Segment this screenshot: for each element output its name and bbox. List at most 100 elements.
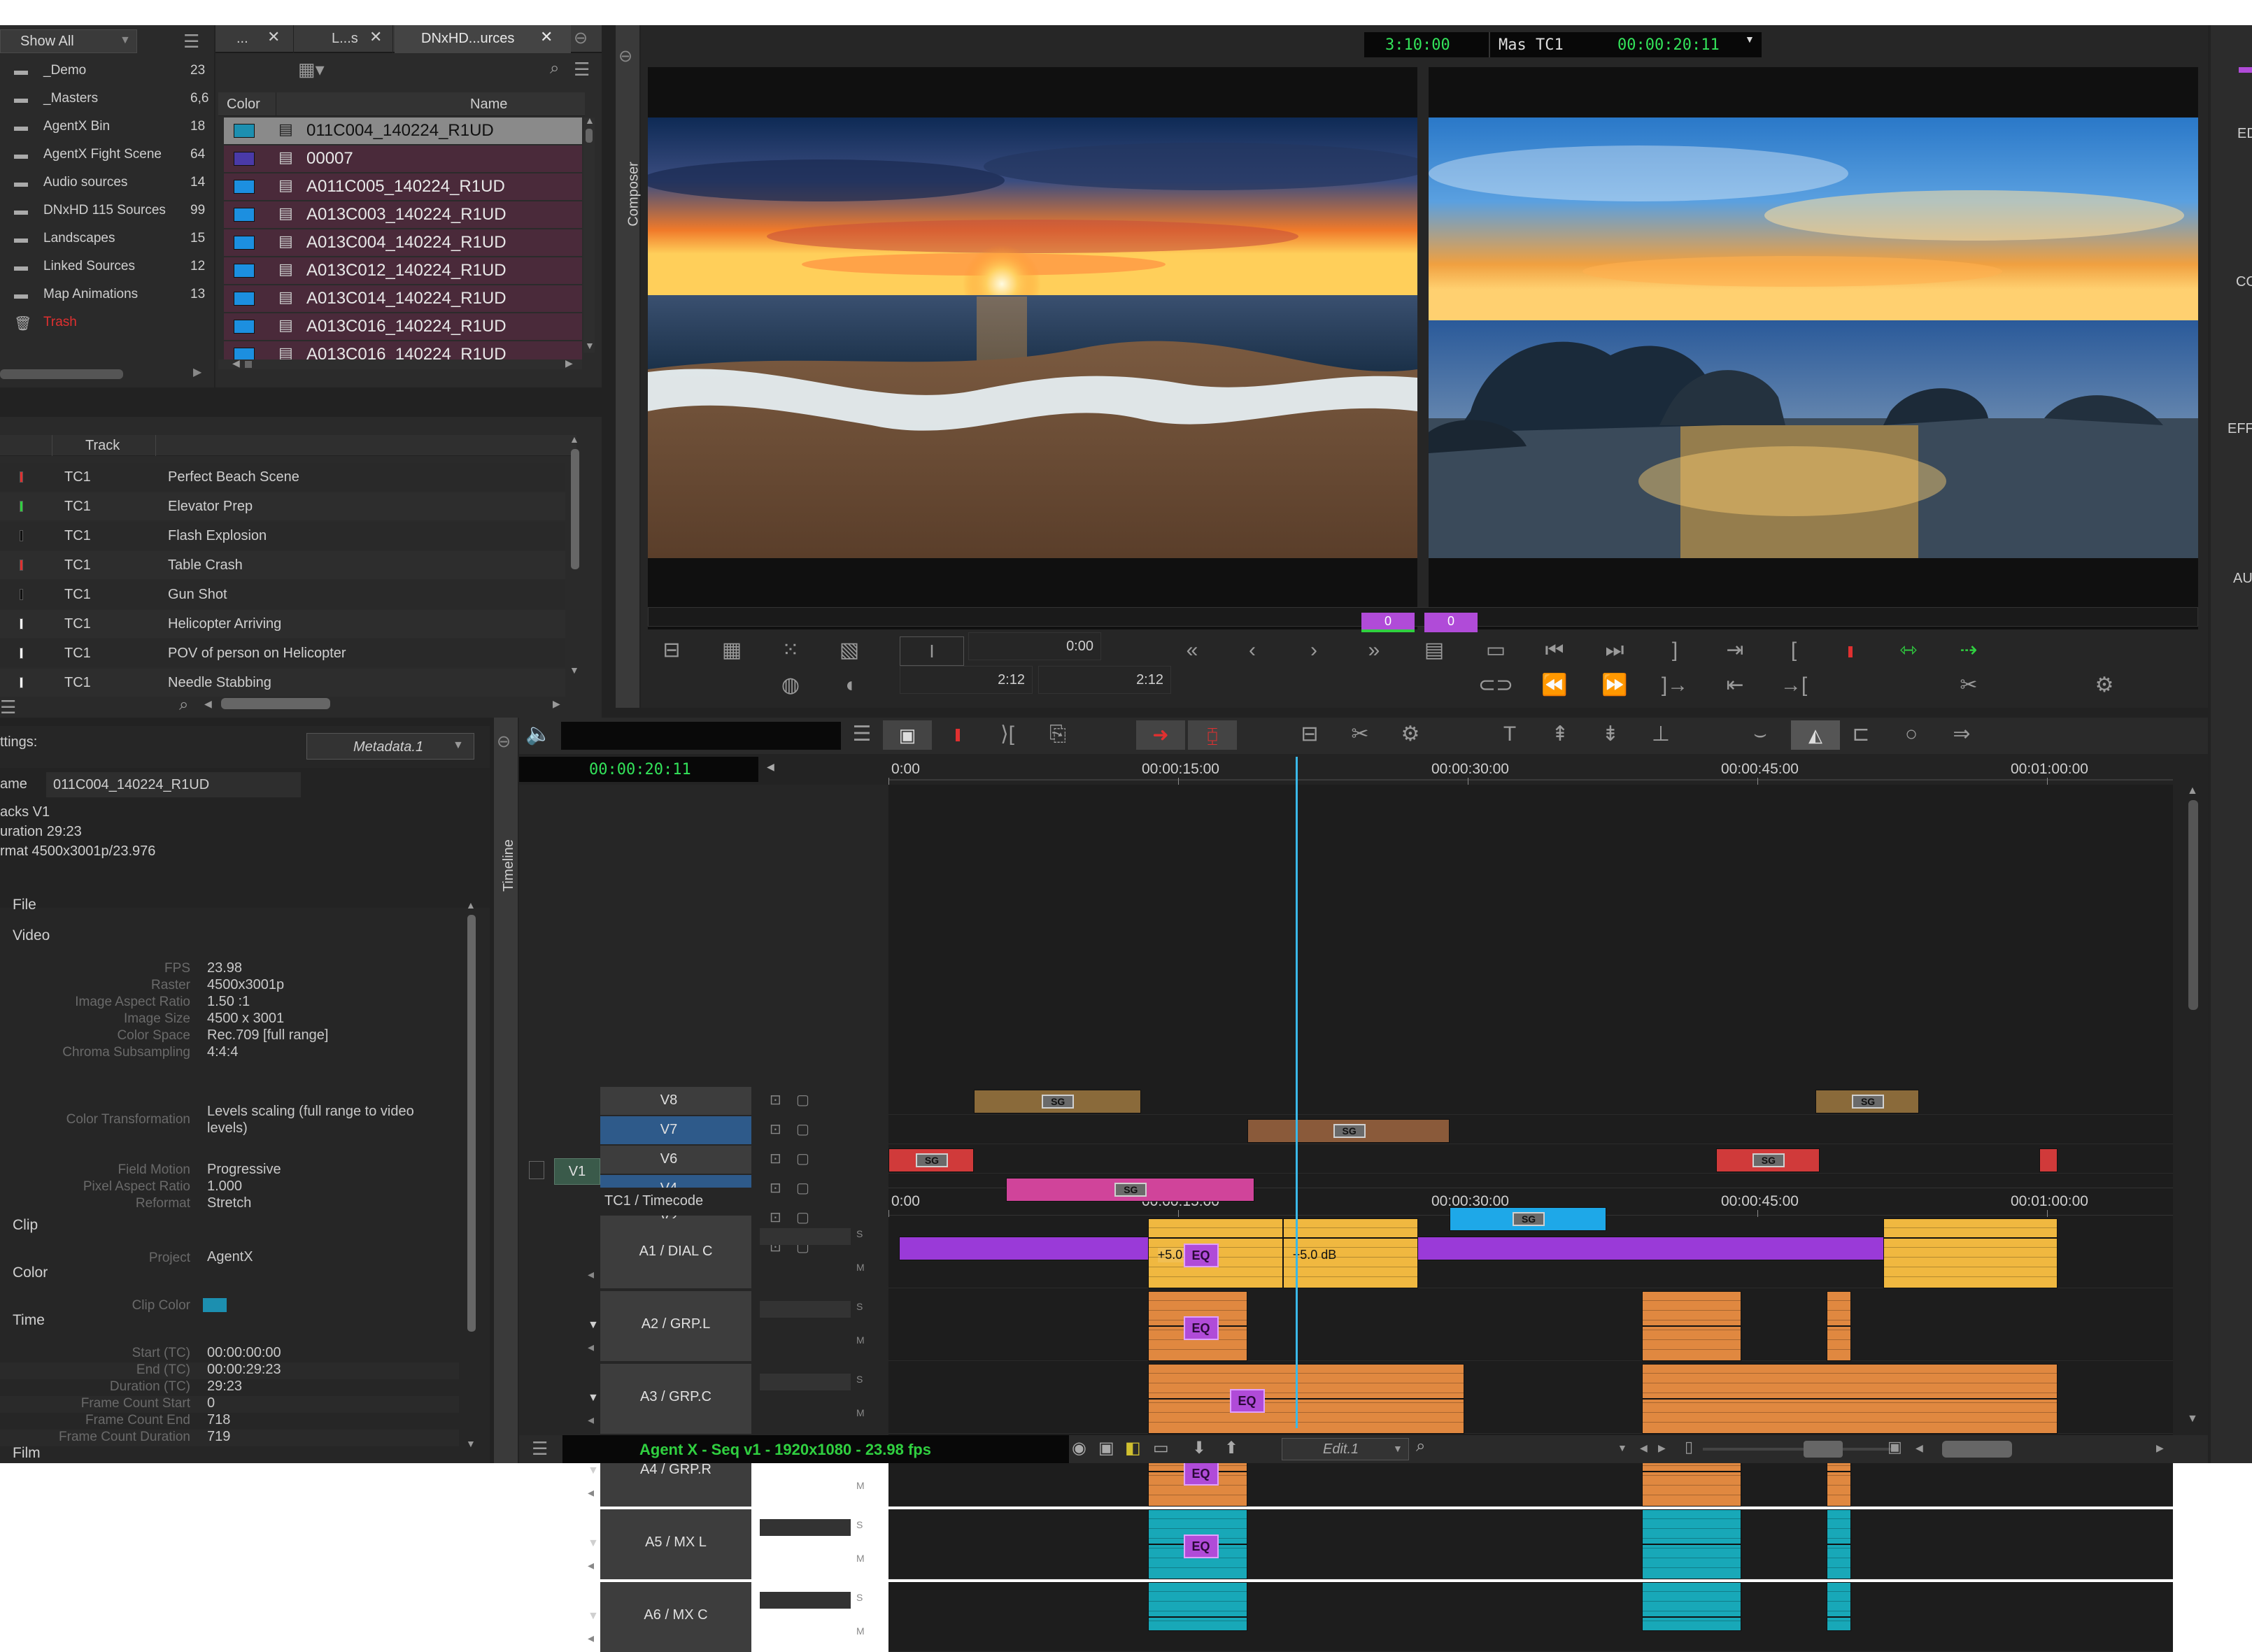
scroll-up-icon[interactable]: ▲ [585, 115, 595, 126]
marker-row[interactable]: TC1 Elevator Prep [0, 492, 565, 520]
scroll-down-icon[interactable]: ▼ [585, 340, 595, 351]
audio-clip[interactable] [1826, 1509, 1852, 1579]
palette-audio[interactable]: AU [2233, 571, 2252, 587]
overwrite-icon[interactable]: ▭ [1476, 635, 1515, 666]
counter-a[interactable]: 0 [1361, 613, 1415, 632]
rewind-icon[interactable]: « [1173, 635, 1212, 666]
video-quality-button[interactable]: ▣ [883, 720, 932, 750]
next-edit-icon[interactable]: ⏭ [1595, 635, 1634, 666]
marker-row[interactable]: TC1 Helicopter Arriving [0, 610, 565, 638]
palette-color[interactable]: CO [2236, 274, 2252, 290]
video-track-header[interactable]: V8 [600, 1087, 751, 1115]
audio-track-header[interactable]: A3 / GRP.C [600, 1364, 751, 1434]
composer-side-tab[interactable]: ⊖ Composer [616, 25, 642, 708]
bin-list-scrollbar[interactable] [0, 369, 123, 379]
bin-tab-1[interactable]: ... ✕ [215, 25, 294, 53]
solo-button[interactable]: S [856, 1301, 863, 1312]
track-monitor-icon[interactable]: ▢ [796, 1150, 809, 1167]
extract-tool-icon[interactable]: ⇟ [1591, 719, 1630, 750]
section-file[interactable]: File [13, 897, 36, 913]
mute-button[interactable]: M [856, 1553, 865, 1564]
marker-row[interactable]: TC1 Gun Shot [0, 581, 565, 608]
curve-tool-icon[interactable]: ⌣ [1741, 719, 1780, 750]
track-monitor-icon[interactable]: ▢ [796, 1179, 809, 1197]
zoom-slider-track[interactable] [1703, 1448, 1899, 1451]
scissors-icon[interactable]: ✂ [1340, 719, 1380, 750]
scroll-up-icon[interactable]: ▲ [2187, 785, 2198, 797]
zoom-in-icon[interactable]: ▣ [1888, 1438, 1902, 1456]
col-header-track[interactable]: Track [85, 438, 120, 454]
eq-effect-badge[interactable]: EQ [1183, 1462, 1219, 1486]
bin-tab-3[interactable]: DNxHD...urces ✕ [395, 25, 571, 53]
mark-out-icon[interactable]: ] [1655, 635, 1694, 666]
overwrite-segment-button[interactable]: ➜ [1136, 720, 1185, 750]
timeline-side-tab[interactable]: ⊖ Timeline [494, 718, 518, 1463]
section-color[interactable]: Color [13, 1265, 48, 1281]
audio-clip[interactable] [1826, 1582, 1852, 1631]
audio-clip[interactable] [1641, 1364, 2058, 1434]
search-icon[interactable]: ⌕ [1416, 1437, 1425, 1456]
hamburger-menu-icon[interactable]: ☰ [842, 719, 881, 750]
speaker-icon[interactable]: ◂ [588, 1558, 594, 1573]
trim-left-icon[interactable]: ⏪ [1535, 670, 1574, 701]
split-icon[interactable]: ⊟ [1290, 719, 1329, 750]
match-frame-icon[interactable]: ⊟ [652, 635, 691, 666]
bin-list-item[interactable]: ▬ Landscapes 15 [0, 227, 207, 252]
timeline-tab-close-icon[interactable]: ⊖ [497, 732, 511, 752]
audio-clip[interactable] [1147, 1582, 1247, 1631]
close-icon[interactable]: ✕ [369, 28, 382, 46]
video-clip[interactable]: SG [888, 1148, 974, 1172]
clip-name-field[interactable]: 011C004_140224_R1UD [46, 772, 301, 797]
bin-tab-2[interactable]: L...s ✕ [295, 25, 393, 53]
marker-row[interactable]: TC1 Table Crash [0, 551, 565, 579]
chevron-left-icon[interactable]: ◀ [767, 761, 774, 773]
arrow-down-icon[interactable]: ⬇ [1192, 1438, 1206, 1458]
mouse-icon[interactable]: ◖ [830, 670, 869, 701]
color-correction-icon[interactable]: ◧ [1125, 1438, 1141, 1458]
chevron-down-icon[interactable]: ▼ [1617, 1442, 1627, 1453]
clip-list-vscroll[interactable]: ▲ ▼ [583, 115, 595, 353]
hamburger-menu-icon[interactable]: ☰ [0, 697, 16, 718]
audio-clip[interactable] [1641, 1291, 1741, 1361]
chevron-down-icon[interactable]: ▼ [1745, 34, 1755, 45]
trim-right-icon[interactable]: ⏩ [1595, 670, 1634, 701]
track-lock-icon[interactable]: ⊡ [770, 1209, 781, 1226]
track-lock-icon[interactable]: ⊡ [770, 1091, 781, 1109]
audio-track-controls[interactable] [760, 1519, 851, 1536]
marker-red-icon[interactable] [956, 729, 960, 741]
bin-view-grid-icon[interactable]: ▦▾ [298, 59, 325, 80]
mark-clip-box[interactable]: I [900, 636, 964, 666]
scroll-right-icon[interactable]: ▶ [193, 365, 201, 379]
bin-filter-dropdown[interactable]: Show All ▼ [0, 29, 137, 53]
tab-menu-icon[interactable]: ⊖ [574, 28, 588, 48]
lift-segment-button[interactable]: ⧮ [1188, 720, 1237, 750]
video-clip[interactable]: SG [1005, 1178, 1255, 1202]
segment-mode-icon[interactable]: ⊏ [1841, 719, 1881, 750]
scroll-left-icon[interactable]: ◀ [1640, 1442, 1648, 1454]
video-clip[interactable]: SG [1716, 1148, 1820, 1172]
mute-button[interactable]: M [856, 1334, 865, 1346]
step-back-icon[interactable]: ‹ [1233, 635, 1272, 666]
list-view-icon[interactable]: ▤ [1415, 635, 1454, 666]
extract-icon[interactable]: ⎘ [1038, 719, 1077, 750]
timeline-ruler-top[interactable] [888, 757, 2173, 781]
audio-clip[interactable] [1883, 1218, 2058, 1288]
bin-list-item[interactable]: ▬ _Demo 23 [0, 59, 207, 84]
cut-icon[interactable]: ✂ [1949, 670, 1988, 701]
marker-row[interactable]: TC1 Flash Explosion [0, 522, 565, 550]
hamburger-menu-icon[interactable]: ☰ [574, 59, 590, 80]
scroll-right-icon[interactable]: ▶ [553, 698, 560, 710]
title-tool-icon[interactable]: T [1490, 719, 1529, 750]
marker-row[interactable]: TC1 Perfect Beach Scene [0, 463, 565, 491]
marker-row[interactable]: TC1 POV of person on Helicopter [0, 639, 565, 667]
expand-triangle-icon[interactable]: ▼ [588, 1319, 599, 1332]
record-circle-icon[interactable]: ○ [1892, 719, 1931, 750]
scroll-left-icon[interactable]: ◀ [1915, 1442, 1923, 1454]
palette-edit[interactable]: ED [2237, 126, 2252, 142]
solo-button[interactable]: S [856, 1374, 863, 1385]
arrow-up-icon[interactable]: ⬆ [1224, 1438, 1238, 1458]
audio-clip[interactable] [1826, 1291, 1852, 1361]
position-indicator[interactable] [1296, 757, 1298, 1428]
bin-list-item[interactable]: ▬ AgentX Bin 18 [0, 115, 207, 140]
zoom-out-icon[interactable]: ▯ [1685, 1438, 1693, 1456]
